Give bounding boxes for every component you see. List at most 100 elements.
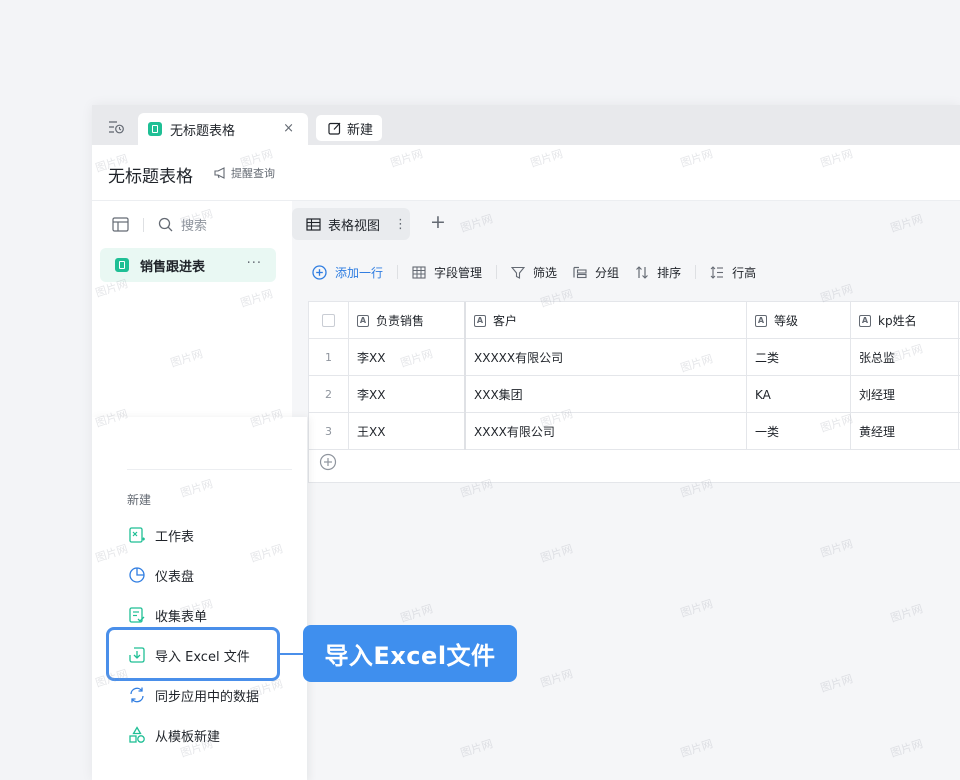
- menu-item-label: 同步应用中的数据: [155, 689, 260, 705]
- table-cell[interactable]: 王XX: [349, 413, 466, 450]
- template-icon: [129, 726, 145, 743]
- row-height-icon: [710, 265, 724, 279]
- new-tab-label: 新建: [347, 122, 374, 138]
- history-icon[interactable]: [108, 120, 124, 134]
- column-header-label: 客户: [493, 314, 518, 328]
- group-button[interactable]: 分组: [573, 264, 619, 281]
- menu-item-label: 仪表盘: [155, 569, 195, 585]
- tab-untitled-sheet[interactable]: 无标题表格 ×: [138, 113, 308, 145]
- menu-item-dashboard[interactable]: 仪表盘: [128, 564, 194, 586]
- field-manager-label: 字段管理: [434, 265, 483, 280]
- text-field-icon: A: [357, 314, 369, 327]
- new-menu: 新建 工作表 仪表盘 收集表单 导入 Excel 文件 同步应用中的数据 从模板…: [92, 417, 307, 780]
- text-field-icon: A: [474, 314, 486, 327]
- row-height-label: 行高: [732, 265, 757, 280]
- data-table: A 负责销售 A 客户 A 等级 A kp姓名 1 李XX XXXXX有限公司 …: [308, 301, 960, 483]
- toolbar-divider: [397, 265, 399, 279]
- column-header[interactable]: A 客户: [466, 302, 747, 339]
- app-window: 无标题表格 × 新建 无标题表格 提醒查询 搜索 销售跟进表 ··· 表格视图 …: [92, 105, 960, 780]
- menu-item-sync-data[interactable]: 同步应用中的数据: [128, 684, 259, 706]
- filter-button[interactable]: 筛选: [511, 264, 557, 281]
- menu-item-form[interactable]: 收集表单: [128, 604, 207, 626]
- row-height-button[interactable]: 行高: [710, 264, 756, 281]
- row-index: 2: [309, 376, 349, 413]
- table-cell[interactable]: KA: [747, 376, 851, 413]
- sidebar-toolbar-divider: [143, 217, 144, 232]
- menu-item-label: 工作表: [155, 529, 195, 545]
- menu-item-label: 从模板新建: [155, 729, 221, 745]
- row-index: 3: [309, 413, 349, 450]
- table-cell[interactable]: 一类: [747, 413, 851, 450]
- select-all-checkbox[interactable]: [322, 314, 335, 327]
- toolbar-divider: [695, 265, 697, 279]
- group-icon: [573, 266, 587, 278]
- column-header[interactable]: A kp姓名: [851, 302, 959, 339]
- grid-view-label: 表格视图: [328, 218, 381, 234]
- tab-bar: 无标题表格 × 新建: [92, 105, 960, 145]
- import-excel-callout: 导入Excel文件: [303, 625, 517, 682]
- sidebar-toolbar: 搜索: [112, 215, 207, 234]
- text-field-icon: A: [755, 314, 767, 327]
- more-icon[interactable]: ···: [247, 256, 262, 271]
- text-field-icon: A: [859, 314, 871, 327]
- row-index: 1: [309, 339, 349, 376]
- add-row-button[interactable]: 添加一行: [312, 264, 383, 281]
- sidebar-item-sales-tracking[interactable]: 销售跟进表 ···: [100, 248, 276, 282]
- table-cell[interactable]: 李XX: [349, 339, 466, 376]
- megaphone-icon: [214, 167, 225, 179]
- column-header[interactable]: A 负责销售: [349, 302, 466, 339]
- grid-view-icon: [306, 217, 321, 231]
- filter-label: 筛选: [533, 265, 558, 280]
- table-row[interactable]: 2 李XX XXX集团 KA 刘经理: [309, 376, 960, 413]
- column-header-label: 等级: [774, 314, 799, 328]
- column-header[interactable]: A 等级: [747, 302, 851, 339]
- document-title[interactable]: 无标题表格: [108, 162, 193, 187]
- sort-icon: [636, 265, 648, 279]
- search-icon[interactable]: [158, 217, 173, 232]
- menu-item-label: 收集表单: [155, 609, 208, 625]
- table-cell[interactable]: XXXXX有限公司: [466, 339, 747, 376]
- dashboard-icon: [129, 567, 145, 583]
- new-tab-button[interactable]: 新建: [316, 115, 382, 141]
- callout-connector: [279, 653, 303, 655]
- edit-icon: [328, 122, 341, 135]
- main-area: 表格视图 ⋮ + 添加一行 字段管理 筛选 分组 排序 行高 A 负责销售 A …: [292, 201, 960, 780]
- table-cell[interactable]: 黄经理: [851, 413, 959, 450]
- table-cell[interactable]: 李XX: [349, 376, 466, 413]
- sheet-logo-icon: [115, 258, 129, 272]
- table-cell[interactable]: XXX集团: [466, 376, 747, 413]
- sort-button[interactable]: 排序: [635, 264, 681, 281]
- field-grid-icon: [412, 265, 426, 279]
- menu-heading: 新建: [127, 493, 152, 507]
- table-cell[interactable]: XXXX有限公司: [466, 413, 747, 450]
- remind-query-button[interactable]: 提醒查询: [214, 165, 275, 181]
- close-icon[interactable]: ×: [283, 121, 294, 136]
- menu-item-from-template[interactable]: 从模板新建: [128, 724, 220, 746]
- table-cell[interactable]: 刘经理: [851, 376, 959, 413]
- add-row-plus-icon[interactable]: [319, 453, 337, 471]
- select-all-cell[interactable]: [309, 302, 349, 339]
- sync-icon: [130, 687, 144, 703]
- menu-item-import-excel[interactable]: 导入 Excel 文件: [128, 644, 250, 666]
- table-cell[interactable]: 二类: [747, 339, 851, 376]
- import-icon: [129, 647, 145, 663]
- search-input[interactable]: 搜索: [181, 215, 207, 234]
- column-header-label: 负责销售: [376, 314, 425, 328]
- sidebar-layout-icon[interactable]: [112, 217, 129, 232]
- view-more-icon[interactable]: ⋮: [394, 217, 407, 232]
- table-cell[interactable]: 张总监: [851, 339, 959, 376]
- tab-grid-view[interactable]: 表格视图 ⋮: [292, 208, 410, 240]
- add-view-button[interactable]: +: [430, 211, 446, 233]
- table-row[interactable]: 3 王XX XXXX有限公司 一类 黄经理: [309, 413, 960, 450]
- group-label: 分组: [595, 265, 620, 280]
- table-row[interactable]: 1 李XX XXXXX有限公司 二类 张总监: [309, 339, 960, 376]
- sort-label: 排序: [657, 265, 682, 280]
- tab-title: 无标题表格: [170, 123, 236, 139]
- menu-item-worksheet[interactable]: 工作表: [128, 524, 194, 546]
- sidebar-item-label: 销售跟进表: [140, 259, 206, 275]
- grid-content: 添加一行 字段管理 筛选 分组 排序 行高 A 负责销售 A 客户 A 等级 A…: [292, 249, 960, 769]
- worksheet-icon: [129, 527, 145, 543]
- sheet-logo-icon: [148, 122, 162, 136]
- add-row-label: 添加一行: [335, 265, 384, 280]
- field-manager-button[interactable]: 字段管理: [412, 264, 482, 281]
